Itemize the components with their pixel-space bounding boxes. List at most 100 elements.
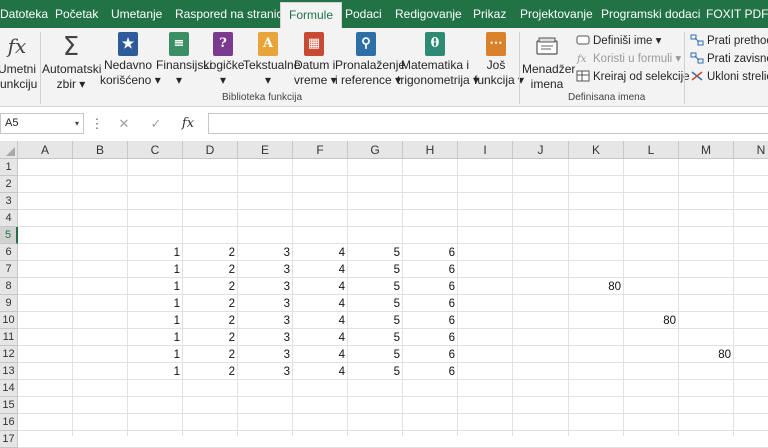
row-header-10[interactable]: 10 — [0, 312, 18, 329]
tab-formule[interactable]: Formule — [280, 2, 343, 28]
row-header-9[interactable]: 9 — [0, 295, 18, 312]
cell-g13[interactable]: 5 — [348, 363, 403, 380]
datetime-button[interactable]: ▦ Datum i vreme ▾ — [294, 30, 337, 94]
column-header-i[interactable]: I — [458, 141, 513, 159]
row-header-13[interactable]: 13 — [0, 363, 18, 380]
lookup-reference-button[interactable]: ⚲ Pronalaženje i reference ▾ — [335, 30, 405, 94]
text-button[interactable]: A Tekstualne ▾ — [243, 30, 300, 94]
cell-h12[interactable]: 6 — [403, 346, 458, 363]
cell-h9[interactable]: 6 — [403, 295, 458, 312]
row-header-16[interactable]: 16 — [0, 414, 18, 431]
use-in-formula-button[interactable]: fx Koristi u formuli ▾ — [576, 50, 681, 68]
row-header-1[interactable]: 1 — [0, 159, 18, 176]
column-header-e[interactable]: E — [238, 141, 293, 159]
worksheet-grid[interactable]: A B C D E F G H I J K L M N 1 2 3 4 5 6 7 8 9 10 11 12 13 14 15 16 17 1… — [0, 141, 768, 448]
cell-f13[interactable]: 4 — [293, 363, 348, 380]
tab-foxit-pdf[interactable]: FOXIT PDF — [706, 0, 768, 28]
cell-f9[interactable]: 4 — [293, 295, 348, 312]
column-header-n[interactable]: N — [734, 141, 768, 159]
row-header-7[interactable]: 7 — [0, 261, 18, 278]
cell-e11[interactable]: 3 — [238, 329, 293, 346]
financial-button[interactable]: ≡ Finansijski ▾ — [156, 30, 212, 94]
tab-pocetak[interactable]: Početak — [55, 0, 98, 28]
cell-g12[interactable]: 5 — [348, 346, 403, 363]
column-header-d[interactable]: D — [183, 141, 238, 159]
name-manager-button[interactable]: Menadžer imena — [522, 30, 575, 94]
cell-f10[interactable]: 4 — [293, 312, 348, 329]
math-trig-button[interactable]: θ Matematika i trigonometrija ▾ — [397, 30, 479, 94]
formula-bar-resize-handle[interactable]: ⋮ — [90, 113, 104, 134]
more-functions-button[interactable]: ⋯ Još funkcija ▾ — [474, 30, 524, 94]
cell-g11[interactable]: 5 — [348, 329, 403, 346]
cell-f7[interactable]: 4 — [293, 261, 348, 278]
cell-h7[interactable]: 6 — [403, 261, 458, 278]
logical-button[interactable]: ? Logičke ▾ — [203, 30, 244, 94]
row-header-11[interactable]: 11 — [0, 329, 18, 346]
chevron-down-icon[interactable]: ▾ — [75, 114, 79, 133]
row-header-6[interactable]: 6 — [0, 244, 18, 261]
cell-e6[interactable]: 3 — [238, 244, 293, 261]
cell-e12[interactable]: 3 — [238, 346, 293, 363]
cell-e8[interactable]: 3 — [238, 278, 293, 295]
cell-m12[interactable]: 80 — [679, 346, 734, 363]
column-header-k[interactable]: K — [569, 141, 624, 159]
name-box[interactable]: A5 ▾ — [0, 113, 84, 134]
tab-programski-dodaci[interactable]: Programski dodaci — [601, 0, 700, 28]
column-header-b[interactable]: B — [73, 141, 128, 159]
row-header-8[interactable]: 8 — [0, 278, 18, 295]
remove-arrows-button[interactable]: Ukloni strelice — [690, 68, 768, 86]
cell-h6[interactable]: 6 — [403, 244, 458, 261]
cell-c11[interactable]: 1 — [128, 329, 183, 346]
insert-function-icon[interactable]: fx — [176, 113, 200, 134]
cell-l10[interactable]: 80 — [624, 312, 679, 329]
column-header-g[interactable]: G — [348, 141, 403, 159]
trace-dependents-button[interactable]: Prati zavisne ć — [690, 50, 768, 68]
insert-function-button[interactable]: fx Umetni funkciju — [0, 30, 38, 94]
tab-umetanje[interactable]: Umetanje — [111, 0, 162, 28]
cell-h13[interactable]: 6 — [403, 363, 458, 380]
autosum-button[interactable]: Σ Automatski zbir ▾ — [42, 30, 101, 94]
column-header-m[interactable]: M — [679, 141, 734, 159]
column-header-j[interactable]: J — [513, 141, 569, 159]
column-header-f[interactable]: F — [293, 141, 348, 159]
row-header-15[interactable]: 15 — [0, 397, 18, 414]
cell-h8[interactable]: 6 — [403, 278, 458, 295]
cell-c7[interactable]: 1 — [128, 261, 183, 278]
tab-redigovanje[interactable]: Redigovanje — [395, 0, 462, 28]
cancel-icon[interactable]: ✕ — [112, 113, 136, 134]
cell-c8[interactable]: 1 — [128, 278, 183, 295]
select-all-corner[interactable] — [0, 141, 18, 159]
cell-c6[interactable]: 1 — [128, 244, 183, 261]
row-header-5[interactable]: 5 — [0, 227, 18, 244]
row-header-3[interactable]: 3 — [0, 193, 18, 210]
cell-d12[interactable]: 2 — [183, 346, 238, 363]
tab-raspored[interactable]: Raspored na stranici — [175, 0, 285, 28]
cell-g6[interactable]: 5 — [348, 244, 403, 261]
cell-g8[interactable]: 5 — [348, 278, 403, 295]
cell-d13[interactable]: 2 — [183, 363, 238, 380]
column-header-c[interactable]: C — [128, 141, 183, 159]
enter-check-icon[interactable]: ✓ — [144, 113, 168, 134]
cell-e9[interactable]: 3 — [238, 295, 293, 312]
column-header-h[interactable]: H — [403, 141, 458, 159]
cell-f12[interactable]: 4 — [293, 346, 348, 363]
cell-c12[interactable]: 1 — [128, 346, 183, 363]
cell-d7[interactable]: 2 — [183, 261, 238, 278]
cell-g10[interactable]: 5 — [348, 312, 403, 329]
cell-c10[interactable]: 1 — [128, 312, 183, 329]
define-name-button[interactable]: Definiši ime ▾ — [576, 32, 661, 50]
cell-g7[interactable]: 5 — [348, 261, 403, 278]
cell-e10[interactable]: 3 — [238, 312, 293, 329]
row-header-12[interactable]: 12 — [0, 346, 18, 363]
row-header-4[interactable]: 4 — [0, 210, 18, 227]
row-header-14[interactable]: 14 — [0, 380, 18, 397]
cell-k8[interactable]: 80 — [569, 278, 624, 295]
cell-d11[interactable]: 2 — [183, 329, 238, 346]
column-header-l[interactable]: L — [624, 141, 679, 159]
cell-f11[interactable]: 4 — [293, 329, 348, 346]
row-header-2[interactable]: 2 — [0, 176, 18, 193]
cell-h10[interactable]: 6 — [403, 312, 458, 329]
cell-c13[interactable]: 1 — [128, 363, 183, 380]
create-from-selection-button[interactable]: Kreiraj od selekcije — [576, 68, 690, 86]
formula-input[interactable] — [208, 113, 768, 134]
